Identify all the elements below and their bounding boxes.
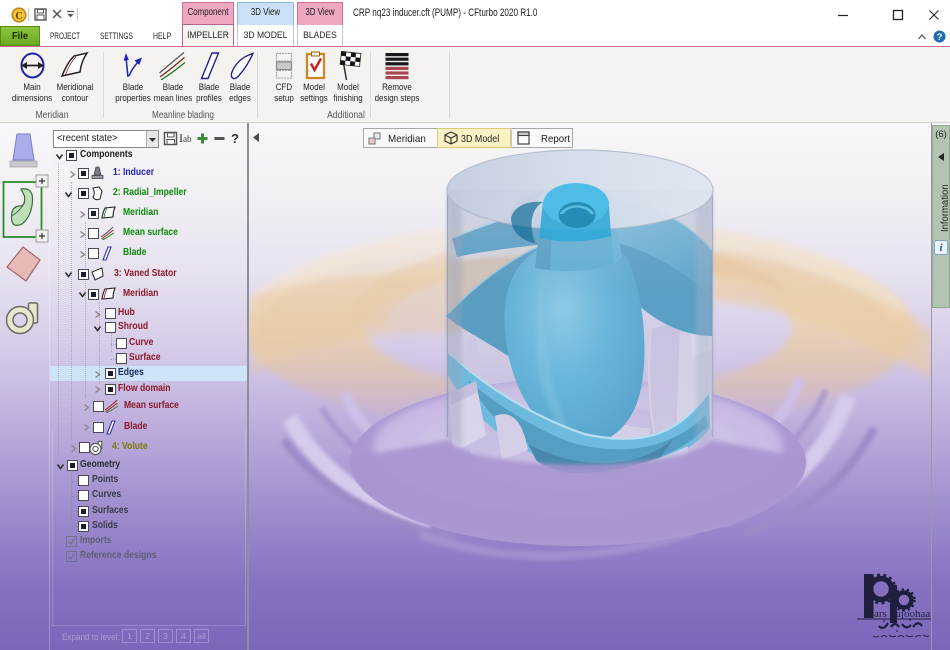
svg-text:ajoohaan: ajoohaan [896,608,931,620]
svg-text:?: ? [937,32,943,43]
svg-text:C: C [15,11,22,22]
svg-text:ars: ars [874,608,887,620]
